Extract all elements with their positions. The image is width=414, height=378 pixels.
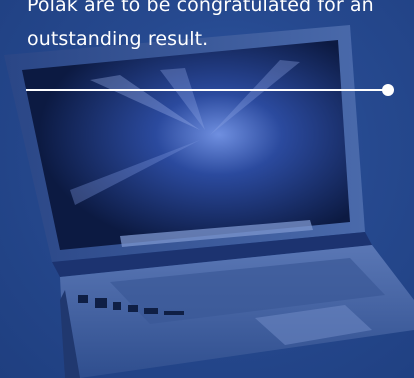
caption-text: Polak are to be congratulated for an out… xyxy=(27,0,387,56)
laptop-icon xyxy=(4,25,414,378)
caption-line-2: outstanding result. xyxy=(27,28,209,50)
divider-line xyxy=(26,89,388,91)
promo-card: Polak are to be congratulated for an out… xyxy=(0,0,414,378)
caption-line-1: Polak are to be congratulated for an xyxy=(27,0,374,16)
dot-icon xyxy=(382,84,394,96)
